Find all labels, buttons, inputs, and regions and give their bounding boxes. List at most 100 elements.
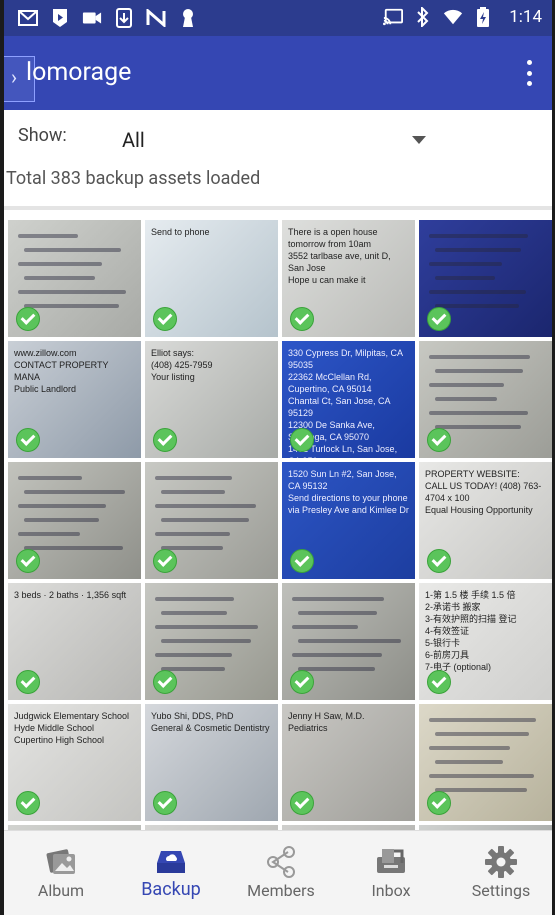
nav-settings[interactable]: Settings bbox=[446, 831, 552, 915]
backed-up-check-icon bbox=[290, 670, 314, 694]
backed-up-check-icon bbox=[153, 549, 177, 573]
thumbnail-line bbox=[435, 369, 523, 373]
backed-up-check-icon bbox=[427, 670, 451, 694]
backed-up-check-icon bbox=[16, 670, 40, 694]
keyhole-icon bbox=[178, 8, 198, 28]
thumbnail-line bbox=[435, 248, 521, 252]
thumbnail-line bbox=[429, 262, 502, 266]
thumbnail-line bbox=[24, 248, 121, 252]
backed-up-check-icon bbox=[16, 791, 40, 815]
thumbnail-text: www.zillow.com CONTACT PROPERTY MANA Pub… bbox=[14, 348, 109, 394]
backup-thumbnail[interactable] bbox=[419, 220, 552, 337]
backed-up-check-icon bbox=[153, 670, 177, 694]
nav-label-album: Album bbox=[37, 881, 85, 900]
nav-label-inbox: Inbox bbox=[371, 881, 411, 900]
thumbnail-line bbox=[435, 304, 519, 308]
backup-thumbnail[interactable]: Yubo Shi, DDS, PhD General & Cosmetic De… bbox=[145, 704, 278, 821]
thumbnail-line bbox=[161, 490, 225, 494]
backup-thumbnail[interactable] bbox=[419, 704, 552, 821]
thumbnail-line bbox=[298, 667, 375, 671]
app-screen: 1:14 lomorage Show: All Total 383 backup… bbox=[4, 0, 552, 915]
thumbnail-line bbox=[155, 653, 232, 657]
thumbnail-text: 1520 Sun Ln #2, San Jose, CA 95132 Send … bbox=[288, 469, 409, 515]
backup-thumbnail[interactable]: 3 beds · 2 baths · 1,356 sqft bbox=[8, 583, 141, 700]
thumbnail-line bbox=[429, 234, 528, 238]
backup-thumbnail[interactable]: 1-第 1.5 楼 手续 1.5 倍 2-承诺书 搬家 3-有效护照的扫描 登记… bbox=[419, 583, 552, 700]
inbox-icon bbox=[377, 849, 405, 873]
nav-album[interactable]: Album bbox=[6, 831, 116, 915]
backup-thumbnail[interactable] bbox=[145, 583, 278, 700]
thumbnail-line bbox=[429, 355, 530, 359]
nav-inbox[interactable]: Inbox bbox=[336, 831, 446, 915]
wifi-icon bbox=[443, 7, 463, 27]
thumbnail-line bbox=[292, 653, 382, 657]
backed-up-check-icon bbox=[153, 791, 177, 815]
divider bbox=[4, 206, 552, 210]
backed-up-check-icon bbox=[153, 428, 177, 452]
backed-up-check-icon bbox=[16, 307, 40, 331]
thumbnail-line bbox=[18, 504, 106, 508]
play-icon bbox=[50, 8, 70, 28]
thumbnail-text: Yubo Shi, DDS, PhD General & Cosmetic De… bbox=[151, 711, 270, 733]
thumbnail-line bbox=[161, 611, 227, 615]
n-app-icon bbox=[146, 8, 166, 28]
backup-thumbnail[interactable] bbox=[8, 220, 141, 337]
share-icon bbox=[267, 846, 295, 878]
backup-thumbnail[interactable] bbox=[282, 583, 415, 700]
photo-grid: Send to phone There is a open house tomor… bbox=[6, 218, 552, 830]
thumbnail-line bbox=[18, 476, 82, 480]
backup-thumbnail[interactable]: There is a open house tomorrow from 10am… bbox=[282, 220, 415, 337]
gmail-icon bbox=[18, 8, 38, 28]
status-bar: 1:14 bbox=[4, 0, 552, 36]
nav-backup[interactable]: Backup bbox=[116, 831, 226, 915]
thumbnail-line bbox=[155, 625, 258, 629]
album-icon bbox=[46, 849, 75, 874]
filter-select[interactable]: All bbox=[114, 122, 434, 158]
thumbnail-line bbox=[292, 625, 358, 629]
nav-members[interactable]: Members bbox=[226, 831, 336, 915]
thumbnail-line bbox=[429, 383, 504, 387]
backup-thumbnail[interactable] bbox=[8, 462, 141, 579]
thumbnail-line bbox=[24, 276, 95, 280]
thumbnail-line bbox=[24, 546, 123, 550]
backup-thumbnail[interactable]: 330 Cypress Dr, Milpitas, CA 95035 22362… bbox=[282, 341, 415, 458]
thumbnail-line bbox=[292, 597, 384, 601]
thumbnail-text: Judgwick Elementary School Hyde Middle S… bbox=[14, 711, 130, 745]
thumbnail-line bbox=[435, 760, 503, 764]
backup-thumbnail[interactable] bbox=[145, 462, 278, 579]
video-icon bbox=[82, 8, 102, 28]
backup-thumbnail[interactable]: Send to phone bbox=[145, 220, 278, 337]
backup-thumbnail[interactable] bbox=[419, 341, 552, 458]
backed-up-check-icon bbox=[16, 549, 40, 573]
assets-summary: Total 383 backup assets loaded bbox=[6, 168, 261, 189]
overflow-menu-icon[interactable] bbox=[524, 60, 534, 86]
thumbnail-line bbox=[155, 504, 256, 508]
backed-up-check-icon bbox=[427, 791, 451, 815]
thumbnail-line bbox=[435, 788, 527, 792]
app-title: lomorage bbox=[26, 58, 132, 87]
backup-thumbnail[interactable]: Jenny H Saw, M.D. Pediatrics bbox=[282, 704, 415, 821]
backed-up-check-icon bbox=[153, 307, 177, 331]
thumbnail-text: Send to phone bbox=[151, 227, 210, 237]
thumbnail-line bbox=[435, 732, 529, 736]
thumbnail-line bbox=[435, 397, 497, 401]
backup-thumbnail[interactable]: 1520 Sun Ln #2, San Jose, CA 95132 Send … bbox=[282, 462, 415, 579]
thumbnail-text: There is a open house tomorrow from 10am… bbox=[288, 227, 391, 285]
cast-icon bbox=[383, 7, 404, 27]
app-bar: lomorage bbox=[4, 36, 552, 110]
backup-thumbnail[interactable]: Judgwick Elementary School Hyde Middle S… bbox=[8, 704, 141, 821]
backup-thumbnail[interactable]: PROPERTY WEBSITE: CALL US TODAY! (408) 7… bbox=[419, 462, 552, 579]
backup-thumbnail[interactable]: Elliot says: (408) 425-7959 Your listing bbox=[145, 341, 278, 458]
cloud-backup-icon bbox=[157, 851, 185, 873]
thumbnail-line bbox=[298, 639, 401, 643]
thumbnail-line bbox=[155, 476, 232, 480]
thumbnail-line bbox=[429, 774, 534, 778]
thumbnail-line bbox=[24, 490, 125, 494]
backup-thumbnail[interactable]: www.zillow.com CONTACT PROPERTY MANA Pub… bbox=[8, 341, 141, 458]
nav-label-settings: Settings bbox=[471, 881, 531, 900]
nav-label-members: Members bbox=[247, 881, 315, 900]
thumbnail-line bbox=[161, 639, 251, 643]
backed-up-check-icon bbox=[16, 428, 40, 452]
battery-icon bbox=[473, 7, 493, 27]
thumbnail-line bbox=[18, 234, 78, 238]
